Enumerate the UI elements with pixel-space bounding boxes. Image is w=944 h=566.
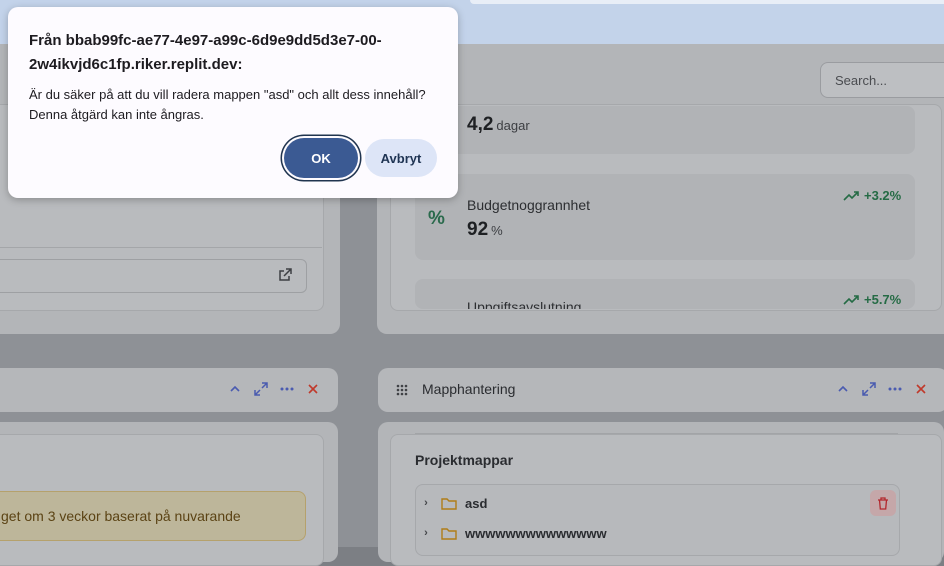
close-icon[interactable] bbox=[914, 382, 928, 396]
more-icon[interactable] bbox=[888, 382, 902, 396]
ok-button[interactable]: OK bbox=[284, 138, 358, 178]
external-link-icon[interactable] bbox=[278, 268, 292, 287]
metric-label-2: Budgetnoggrannhet bbox=[467, 197, 590, 213]
folder-icon bbox=[441, 527, 457, 540]
more-icon[interactable] bbox=[280, 382, 294, 396]
address-area bbox=[470, 0, 944, 4]
link-field[interactable] bbox=[0, 259, 307, 293]
folder-item[interactable]: › asd bbox=[415, 488, 898, 518]
cancel-button[interactable]: Avbryt bbox=[365, 139, 437, 177]
trend-up-icon bbox=[843, 190, 859, 201]
dialog-message-line: Är du säker på att du vill radera mappen… bbox=[29, 87, 426, 102]
dialog-message: Är du säker på att du vill radera mappen… bbox=[29, 85, 449, 125]
drag-handle-icon[interactable] bbox=[396, 383, 408, 401]
folder-widget-title: Mapphantering bbox=[422, 381, 516, 397]
chevron-up-icon[interactable] bbox=[228, 382, 242, 396]
close-icon[interactable] bbox=[306, 382, 320, 396]
dialog-title: Från bbab99fc-ae77-4e97-a99c-6d9e9dd5d3e… bbox=[29, 32, 382, 73]
metric-value-2: 92% bbox=[467, 219, 503, 240]
left-widget-controls bbox=[228, 382, 320, 396]
metric-value-1: 4,2 dagar bbox=[467, 114, 530, 135]
trend-badge-2: +3.2% bbox=[843, 188, 901, 203]
divider bbox=[0, 247, 322, 248]
warning-message: get om 3 veckor baserat på nuvarande bbox=[0, 491, 306, 541]
folder-item[interactable]: › wwwwwwwwwwwwww bbox=[415, 518, 898, 548]
search-input[interactable]: Search... bbox=[820, 62, 944, 98]
delete-folder-button[interactable] bbox=[870, 490, 896, 516]
trend-up-icon bbox=[843, 294, 859, 305]
percent-icon: % bbox=[428, 208, 445, 229]
section-title: Projektmappar bbox=[415, 452, 514, 468]
metric-label-3: Uppgiftsavslutning bbox=[467, 299, 582, 309]
chevron-up-icon[interactable] bbox=[836, 382, 850, 396]
folder-name: asd bbox=[465, 495, 488, 511]
folder-widget-controls bbox=[836, 382, 928, 396]
folder-name: wwwwwwwwwwwwww bbox=[465, 525, 607, 541]
chevron-right-icon[interactable]: › bbox=[415, 497, 437, 509]
chevron-right-icon[interactable]: › bbox=[415, 527, 437, 539]
confirm-dialog: Från bbab99fc-ae77-4e97-a99c-6d9e9dd5d3e… bbox=[8, 7, 458, 198]
trend-badge-3: +5.7% bbox=[843, 292, 901, 307]
divider bbox=[415, 433, 898, 434]
dialog-message-line: Denna åtgärd kan inte ångras. bbox=[29, 107, 204, 122]
folder-icon bbox=[441, 497, 457, 510]
trash-icon bbox=[878, 496, 888, 510]
metric-card-2 bbox=[415, 174, 915, 260]
expand-icon[interactable] bbox=[254, 382, 268, 396]
expand-icon[interactable] bbox=[862, 382, 876, 396]
